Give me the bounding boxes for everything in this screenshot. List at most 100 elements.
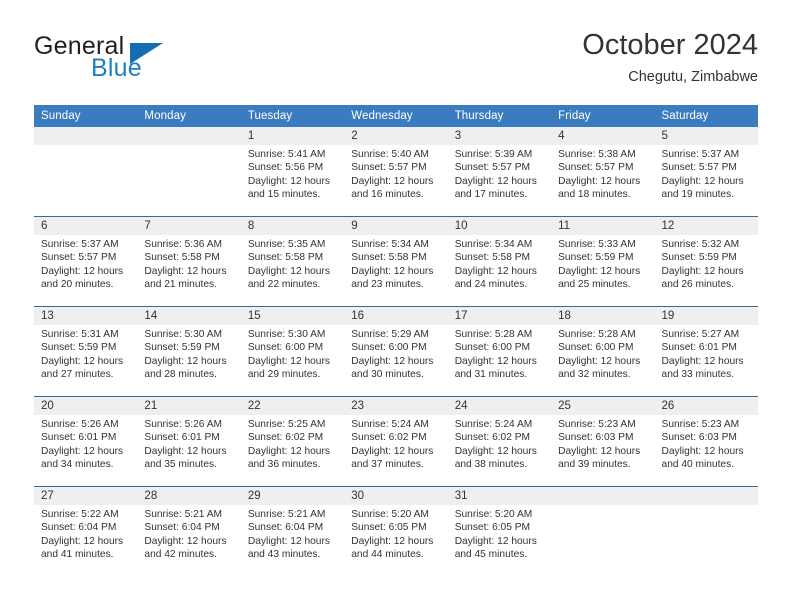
day-sun-info: Sunrise: 5:37 AM Sunset: 5:57 PM Daylight:… [655,145,758,201]
sunrise-time: Sunrise: 5:39 AM [454,149,533,160]
day-sun-info: Sunrise: 5:31 AM Sunset: 5:59 PM Daylight:… [34,325,137,381]
calendar-day-cell[interactable]: 14 Sunrise: 5:30 AM Sunset: 5:59 PM Dayligh… [137,306,241,397]
sunrise-time: Sunrise: 5:29 AM [351,329,429,340]
daylight-duration: Daylight: 12 hours and 30 minutes. [351,355,434,380]
calendar-day-cell[interactable]: 16 Sunrise: 5:29 AM Sunset: 6:00 PM Dayligh… [344,306,448,397]
day-cell-content: 24 Sunrise: 5:24 AM Sunset: 6:02 PM Dayligh… [447,397,552,486]
calendar-day-cell[interactable]: 6 Sunrise: 5:37 AM Sunset: 5:57 PM Daylight… [34,216,138,307]
day-cell-content: 1 Sunrise: 5:41 AM Sunset: 5:56 PM Daylight… [240,127,345,216]
calendar-day-cell[interactable]: 7 Sunrise: 5:36 AM Sunset: 5:58 PM Daylight… [137,216,241,307]
calendar-day-cell[interactable]: 31 Sunrise: 5:20 AM Sunset: 6:05 PM Dayligh… [447,486,552,576]
sunrise-time: Sunrise: 5:41 AM [247,149,326,160]
calendar-day-cell[interactable]: 2 Sunrise: 5:40 AM Sunset: 5:57 PM Daylight… [344,127,448,217]
calendar-week-row: 27 Sunrise: 5:22 AM Sunset: 6:04 PM Dayligh… [34,486,758,576]
daylight-duration: Daylight: 12 hours and 17 minutes. [454,175,537,200]
day-cell-content [34,127,138,216]
calendar-day-cell[interactable]: 3 Sunrise: 5:39 AM Sunset: 5:57 PM Daylight… [447,127,552,217]
sunrise-time: Sunrise: 5:32 AM [661,239,740,250]
calendar-day-cell[interactable]: 25 Sunrise: 5:23 AM Sunset: 6:03 PM Dayligh… [551,396,655,487]
sunrise-time: Sunrise: 5:23 AM [661,419,740,430]
calendar-day-cell[interactable]: 18 Sunrise: 5:28 AM Sunset: 6:00 PM Dayligh… [551,306,655,397]
sunset-time: Sunset: 5:58 PM [144,252,220,264]
daylight-duration: Daylight: 12 hours and 26 minutes. [661,265,744,290]
sunrise-time: Sunrise: 5:21 AM [247,509,326,520]
calendar-day-cell[interactable]: 26 Sunrise: 5:23 AM Sunset: 6:03 PM Dayligh… [654,396,758,487]
calendar-day-cell[interactable]: 24 Sunrise: 5:24 AM Sunset: 6:02 PM Dayligh… [447,396,552,487]
sunrise-time: Sunrise: 5:28 AM [454,329,533,340]
daylight-duration: Daylight: 12 hours and 44 minutes. [351,535,434,560]
day-sun-info: Sunrise: 5:21 AM Sunset: 6:04 PM Daylight:… [241,505,344,561]
calendar-week-row: 1 Sunrise: 5:41 AM Sunset: 5:56 PM Daylight… [34,127,758,217]
day-number: 27 [34,487,138,505]
day-number: 11 [551,217,655,235]
calendar-day-cell[interactable]: 4 Sunrise: 5:38 AM Sunset: 5:57 PM Daylight… [551,127,655,217]
sunset-time: Sunset: 5:57 PM [41,252,117,264]
calendar-day-cell[interactable]: 1 Sunrise: 5:41 AM Sunset: 5:56 PM Daylight… [240,127,345,217]
day-cell-content: 15 Sunrise: 5:30 AM Sunset: 6:00 PM Dayligh… [240,307,345,396]
calendar-day-cell[interactable]: 20 Sunrise: 5:26 AM Sunset: 6:01 PM Dayligh… [34,396,138,487]
day-cell-content: 14 Sunrise: 5:30 AM Sunset: 5:59 PM Dayligh… [137,307,241,396]
day-sun-info: Sunrise: 5:27 AM Sunset: 6:01 PM Daylight:… [655,325,758,381]
weekday-header-sunday: Sunday [34,105,138,127]
day-number: 9 [344,217,448,235]
day-sun-info: Sunrise: 5:39 AM Sunset: 5:57 PM Daylight:… [448,145,551,201]
day-number: 12 [654,217,758,235]
sunrise-time: Sunrise: 5:30 AM [144,329,223,340]
sunrise-time: Sunrise: 5:24 AM [454,419,533,430]
title-block: October 2024 Chegutu, Zimbabwe [582,28,758,86]
calendar-day-cell[interactable]: 12 Sunrise: 5:32 AM Sunset: 5:59 PM Dayligh… [654,216,758,307]
calendar-day-cell[interactable]: 27 Sunrise: 5:22 AM Sunset: 6:04 PM Dayligh… [34,486,138,576]
day-cell-content: 16 Sunrise: 5:29 AM Sunset: 6:00 PM Dayligh… [344,307,448,396]
sunrise-time: Sunrise: 5:28 AM [558,329,636,340]
calendar-day-cell[interactable]: 9 Sunrise: 5:34 AM Sunset: 5:58 PM Daylight… [344,216,448,307]
sunset-time: Sunset: 5:57 PM [454,162,531,174]
calendar-day-cell[interactable]: 17 Sunrise: 5:28 AM Sunset: 6:00 PM Dayligh… [447,306,552,397]
calendar-day-cell[interactable]: 29 Sunrise: 5:21 AM Sunset: 6:04 PM Dayligh… [240,486,345,576]
day-cell-content: 10 Sunrise: 5:34 AM Sunset: 5:58 PM Dayligh… [447,217,552,306]
day-cell-content: 29 Sunrise: 5:21 AM Sunset: 6:04 PM Dayligh… [240,487,345,576]
calendar-day-cell[interactable]: 13 Sunrise: 5:31 AM Sunset: 5:59 PM Dayligh… [34,306,138,397]
calendar-day-cell[interactable]: 5 Sunrise: 5:37 AM Sunset: 5:57 PM Daylight… [654,127,758,217]
calendar-day-cell[interactable]: 21 Sunrise: 5:26 AM Sunset: 6:01 PM Dayligh… [137,396,241,487]
day-number: 4 [551,127,655,145]
weekday-header-wednesday: Wednesday [344,105,448,127]
calendar-day-cell[interactable]: 15 Sunrise: 5:30 AM Sunset: 6:00 PM Dayligh… [240,306,345,397]
day-cell-content: 27 Sunrise: 5:22 AM Sunset: 6:04 PM Dayligh… [34,487,138,576]
day-sun-info: Sunrise: 5:20 AM Sunset: 6:05 PM Daylight:… [344,505,447,561]
daylight-duration: Daylight: 12 hours and 19 minutes. [661,175,744,200]
calendar-day-cell[interactable]: 11 Sunrise: 5:33 AM Sunset: 5:59 PM Dayligh… [551,216,655,307]
calendar-day-cell[interactable]: 23 Sunrise: 5:24 AM Sunset: 6:02 PM Dayligh… [344,396,448,487]
daylight-duration: Daylight: 12 hours and 28 minutes. [144,355,227,380]
calendar-day-cell[interactable]: 28 Sunrise: 5:21 AM Sunset: 6:04 PM Dayligh… [137,486,241,576]
day-cell-content: 25 Sunrise: 5:23 AM Sunset: 6:03 PM Dayligh… [551,397,655,486]
day-sun-info: Sunrise: 5:26 AM Sunset: 6:01 PM Daylight:… [137,415,240,471]
sunset-time: Sunset: 5:58 PM [454,252,531,264]
daylight-duration: Daylight: 12 hours and 27 minutes. [41,355,124,380]
day-cell-content: 3 Sunrise: 5:39 AM Sunset: 5:57 PM Daylight… [447,127,552,216]
sunrise-time: Sunrise: 5:26 AM [41,419,119,430]
day-cell-content: 12 Sunrise: 5:32 AM Sunset: 5:59 PM Dayligh… [654,217,758,306]
sunset-time: Sunset: 5:58 PM [247,252,324,264]
calendar-day-cell[interactable]: 19 Sunrise: 5:27 AM Sunset: 6:01 PM Dayligh… [654,306,758,397]
day-cell-content: 6 Sunrise: 5:37 AM Sunset: 5:57 PM Daylight… [34,217,138,306]
day-sun-info: Sunrise: 5:21 AM Sunset: 6:04 PM Daylight:… [137,505,240,561]
day-sun-info: Sunrise: 5:33 AM Sunset: 5:59 PM Daylight:… [551,235,654,291]
day-number: 25 [551,397,655,415]
day-sun-info: Sunrise: 5:37 AM Sunset: 5:57 PM Daylight:… [34,235,137,291]
day-number [551,487,655,505]
logo-word-blue: Blue [91,54,142,82]
daylight-duration: Daylight: 12 hours and 31 minutes. [454,355,537,380]
sunset-time: Sunset: 6:01 PM [661,342,737,354]
calendar-day-cell[interactable]: 22 Sunrise: 5:25 AM Sunset: 6:02 PM Dayligh… [240,396,345,487]
day-sun-info: Sunrise: 5:20 AM Sunset: 6:05 PM Daylight:… [448,505,551,561]
general-blue-logo[interactable]: General Blue [34,32,264,90]
day-number: 31 [447,487,552,505]
day-number: 16 [344,307,448,325]
sunset-time: Sunset: 6:03 PM [558,432,634,444]
calendar-day-cell[interactable]: 10 Sunrise: 5:34 AM Sunset: 5:58 PM Dayligh… [447,216,552,307]
calendar-day-cell[interactable]: 30 Sunrise: 5:20 AM Sunset: 6:05 PM Dayligh… [344,486,448,576]
sunset-time: Sunset: 6:01 PM [144,432,220,444]
calendar-day-cell[interactable]: 8 Sunrise: 5:35 AM Sunset: 5:58 PM Daylight… [240,216,345,307]
daylight-duration: Daylight: 12 hours and 15 minutes. [247,175,330,200]
day-cell-content: 5 Sunrise: 5:37 AM Sunset: 5:57 PM Daylight… [654,127,758,216]
